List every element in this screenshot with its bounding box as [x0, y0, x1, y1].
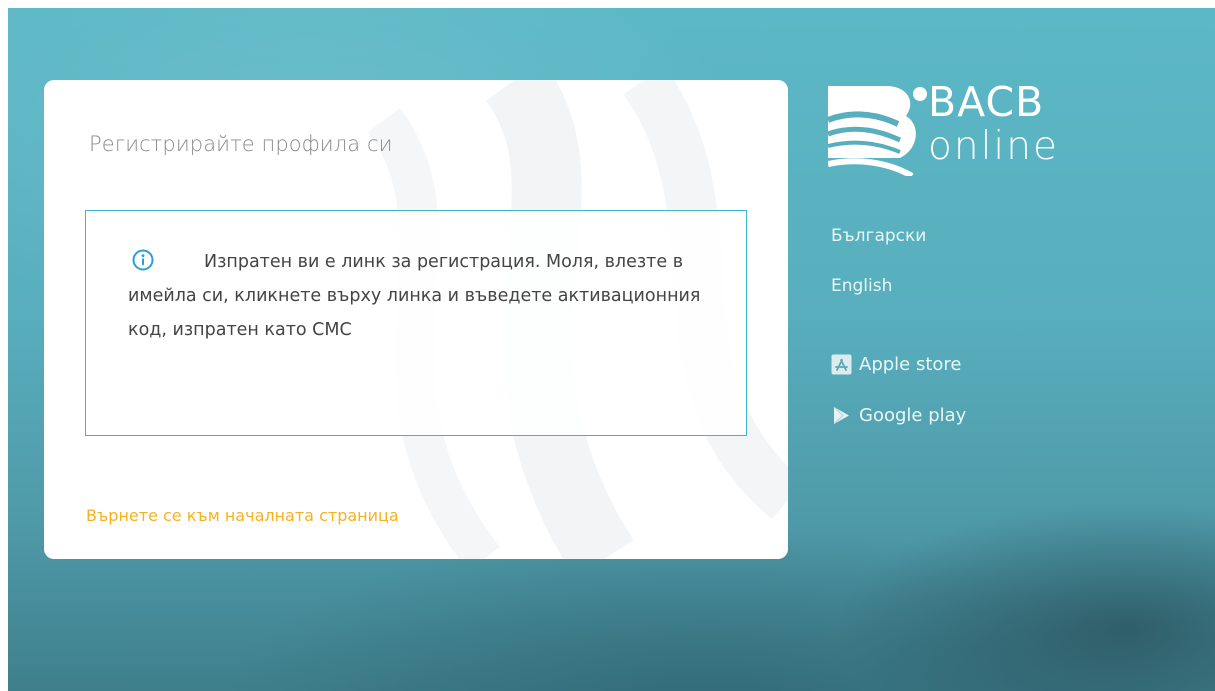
brand-logo: BACB online: [828, 80, 1078, 180]
app-store-icon: [831, 354, 852, 375]
google-play-icon: [833, 406, 849, 425]
brand-subname: online: [928, 124, 1059, 169]
apple-store-label: Apple store: [859, 354, 962, 375]
google-play-label: Google play: [859, 405, 967, 426]
page-background: Регистрирайте профила си Изпратен ви е л…: [8, 8, 1215, 691]
language-english-link[interactable]: English: [831, 276, 892, 296]
page-title: Регистрирайте профила си: [89, 132, 393, 156]
registration-card: Регистрирайте профила си Изпратен ви е л…: [44, 80, 788, 559]
back-to-home-link[interactable]: Върнете се към началната страница: [86, 506, 399, 525]
brand-name: BACB: [928, 78, 1045, 126]
google-play-link[interactable]: Google play: [831, 405, 966, 426]
apple-store-link[interactable]: Apple store: [831, 354, 962, 375]
info-message-box: Изпратен ви е линк за регистрация. Моля,…: [85, 210, 747, 436]
info-circle-icon: [132, 249, 154, 271]
bacb-logo-mark-icon: [828, 86, 927, 176]
info-message-text: Изпратен ви е линк за регистрация. Моля,…: [128, 252, 701, 340]
language-bulgarian-link[interactable]: Български: [831, 226, 926, 246]
